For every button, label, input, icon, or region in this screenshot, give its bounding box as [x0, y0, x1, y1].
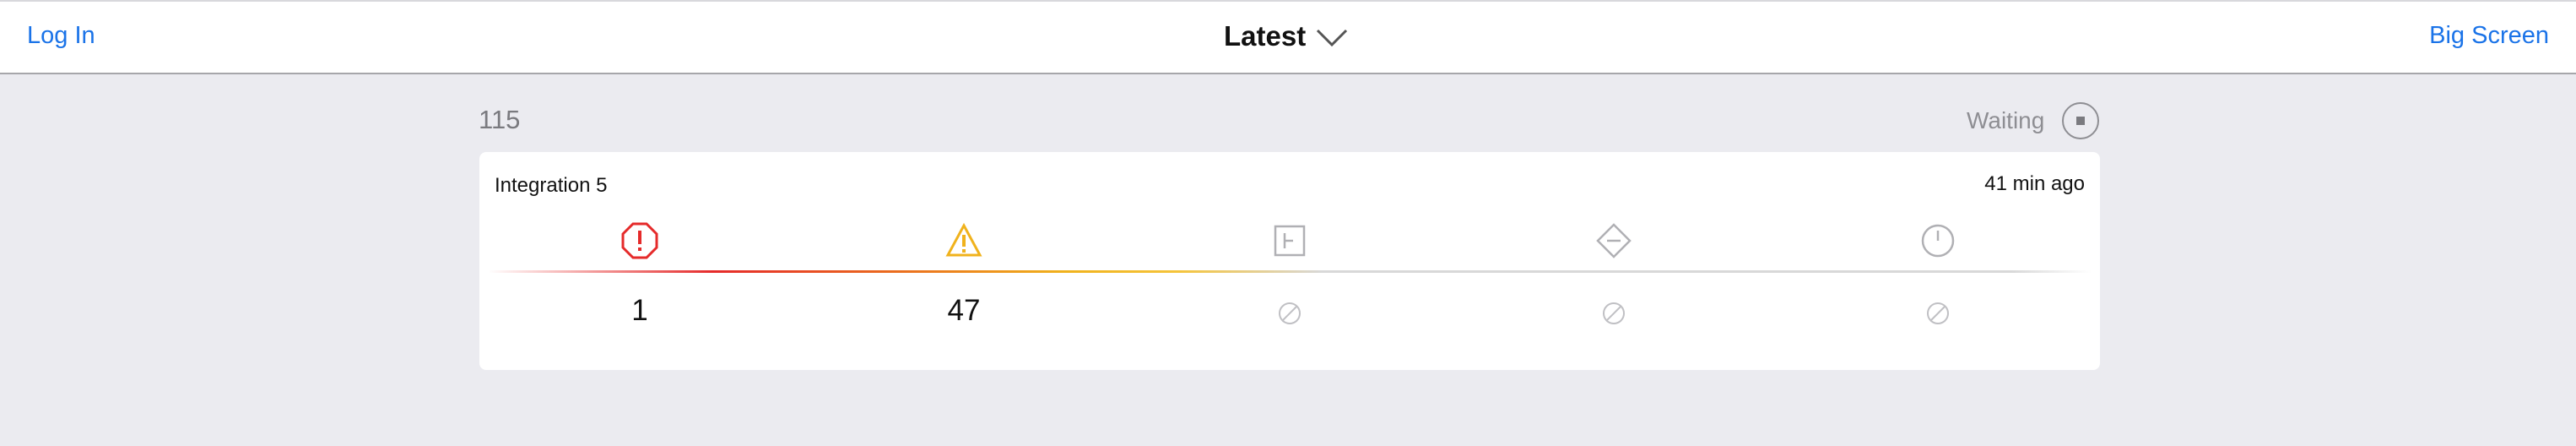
no-value-icon — [1279, 302, 1301, 324]
page-title: Latest — [1224, 20, 1307, 52]
build-name: Integration 5 — [495, 174, 608, 197]
build-time: 41 min ago — [1984, 172, 2085, 195]
metric-flagged[interactable] — [1222, 221, 1357, 326]
metric-errors[interactable]: 1 — [572, 221, 707, 326]
no-value-icon — [1603, 302, 1625, 324]
warning-triangle-icon — [945, 223, 982, 257]
login-link[interactable]: Log In — [27, 22, 95, 50]
flag-square-icon — [1274, 225, 1306, 257]
metric-pending[interactable] — [1870, 221, 2005, 326]
stop-icon[interactable] — [2061, 101, 2100, 140]
error-octagon-icon — [621, 222, 658, 259]
title-dropdown[interactable]: Latest — [1224, 20, 1348, 52]
big-screen-link[interactable]: Big Screen — [2429, 22, 2549, 50]
build-card[interactable]: Integration 5 41 min ago 1 47 — [479, 152, 2100, 370]
error-count: 1 — [631, 294, 648, 327]
warning-count: 47 — [947, 294, 981, 327]
chevron-down-icon — [1317, 29, 1348, 47]
status-area: Waiting — [1967, 101, 2100, 140]
clock-icon — [1921, 224, 1955, 258]
metric-skipped[interactable] — [1546, 221, 1681, 326]
no-value-icon — [1927, 302, 1949, 324]
minus-diamond-icon — [1596, 223, 1632, 258]
top-bar: Log In Latest Big Screen — [0, 0, 2576, 74]
status-text: Waiting — [1967, 107, 2045, 133]
build-count: 115 — [479, 105, 521, 134]
metric-warnings[interactable]: 47 — [896, 221, 1031, 326]
